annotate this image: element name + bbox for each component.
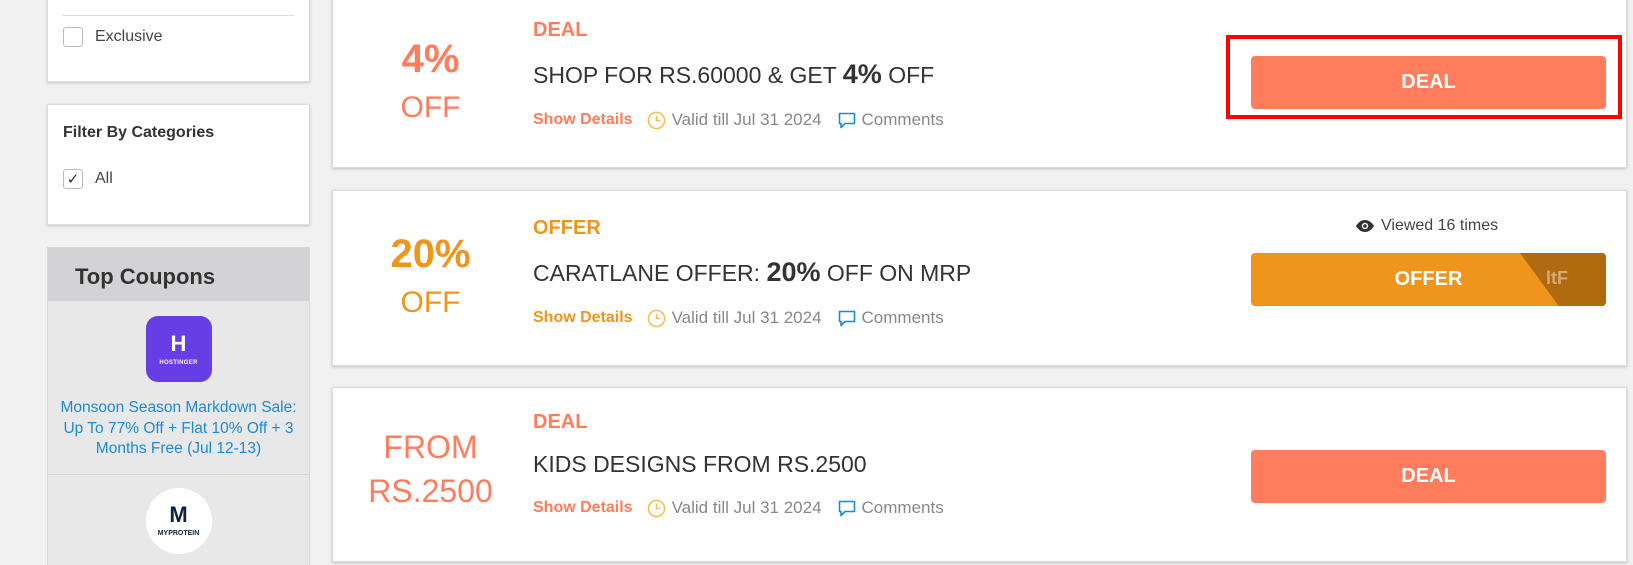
coupon-title-highlight: 20% [766, 257, 821, 287]
show-details-link[interactable]: Show Details [533, 309, 633, 327]
coupon-title-suffix: OFF [881, 62, 935, 88]
category-all-checkbox[interactable]: ✓ [63, 169, 83, 189]
comment-icon[interactable] [838, 310, 856, 327]
valid-till: Valid till Jul 31 2024 [671, 308, 822, 327]
badge-label: OFF [400, 91, 461, 124]
viewed-text: Viewed 16 times [1381, 217, 1499, 234]
coupon-meta: Show Details Valid till Jul 31 2024 Comm… [533, 498, 944, 518]
comments-link[interactable]: Comments [862, 110, 944, 130]
coupon-type: DEAL [533, 411, 588, 433]
category-all-label: All [95, 170, 113, 187]
deal-button[interactable]: DEAL [1251, 450, 1606, 503]
top-coupon-item[interactable]: M MYPROTEIN [48, 475, 309, 565]
filter-exclusive-panel: Exclusive [47, 0, 310, 82]
coupon-title-text: CARATLANE OFFER: [533, 260, 767, 286]
hostinger-logo-mark: H [170, 330, 187, 356]
myprotein-logo-mark: M [169, 502, 188, 527]
exclusive-label: Exclusive [95, 28, 163, 45]
coupon-type: DEAL [533, 19, 588, 41]
valid-till: Valid till Jul 31 2024 [671, 498, 822, 517]
badge-value: FROM [383, 429, 478, 465]
exclusive-checkbox-row[interactable]: Exclusive [63, 27, 163, 47]
exclusive-checkbox[interactable] [63, 27, 83, 47]
badge-value: 4% [401, 37, 460, 81]
show-details-link[interactable]: Show Details [533, 111, 633, 129]
myprotein-logo[interactable]: M MYPROTEIN [145, 487, 212, 554]
viewed-count: Viewed 16 times [1355, 217, 1498, 235]
coupon-title[interactable]: SHOP FOR RS.60000 & GET 4% OFF [533, 59, 944, 90]
checkmark-icon: ✓ [66, 170, 80, 188]
coupon-type: OFFER [533, 217, 601, 239]
badge-value: 20% [390, 232, 471, 276]
clock-icon [647, 499, 665, 517]
coupon-title[interactable]: CARATLANE OFFER: 20% OFF ON MRP [533, 257, 971, 288]
coupon-info: OFFER CARATLANE OFFER: 20% OFF ON MRP Sh… [533, 217, 971, 328]
top-coupons-title: Top Coupons [48, 248, 309, 301]
coupon-title-text: KIDS DESIGNS FROM RS.2500 [533, 451, 867, 477]
filter-categories-title: Filter By Categories [63, 124, 215, 141]
comment-icon[interactable] [838, 112, 856, 129]
coupon-title-highlight: 4% [842, 59, 882, 89]
myprotein-logo-text: MYPROTEIN [157, 530, 200, 537]
coupon-card: 20% OFF OFFER CARATLANE OFFER: 20% OFF O… [332, 190, 1627, 366]
highlight-box [1226, 35, 1622, 119]
comment-icon[interactable] [838, 500, 856, 517]
category-all-row[interactable]: ✓ All [63, 169, 113, 189]
discount-badge: 4% OFF [333, 39, 528, 123]
top-coupons-panel: Top Coupons H HOSTINGER Monsoon Season M… [47, 247, 310, 565]
discount-badge: FROM RS.2500 [333, 431, 528, 507]
top-coupon-link[interactable]: Monsoon Season Markdown Sale: Up To 77% … [58, 398, 299, 460]
discount-badge: 20% OFF [333, 234, 528, 318]
coupon-title-suffix: OFF ON MRP [820, 260, 972, 286]
badge-label: RS.2500 [368, 473, 493, 509]
offer-button[interactable]: ltF OFFER [1251, 253, 1606, 306]
offer-button-label: OFFER [1394, 268, 1463, 290]
coupon-title[interactable]: KIDS DESIGNS FROM RS.2500 [533, 451, 944, 478]
filter-categories-panel: Filter By Categories ✓ All [47, 104, 310, 225]
show-details-link[interactable]: Show Details [533, 499, 633, 517]
clock-icon [647, 111, 665, 129]
top-coupon-item[interactable]: H HOSTINGER Monsoon Season Markdown Sale… [48, 301, 309, 475]
coupon-info: DEAL KIDS DESIGNS FROM RS.2500 Show Deta… [533, 411, 944, 518]
clock-icon [647, 309, 665, 327]
eye-icon [1356, 220, 1374, 232]
valid-till: Valid till Jul 31 2024 [671, 110, 822, 129]
comments-link[interactable]: Comments [862, 308, 944, 328]
comments-link[interactable]: Comments [862, 498, 944, 518]
badge-label: OFF [400, 286, 461, 319]
hostinger-logo[interactable]: H HOSTINGER [145, 316, 212, 382]
hostinger-logo-text: HOSTINGER [159, 359, 198, 366]
peel-code-text: ltF [1546, 268, 1568, 288]
divider [63, 15, 294, 16]
coupon-meta: Show Details Valid till Jul 31 2024 Comm… [533, 308, 971, 328]
coupon-meta: Show Details Valid till Jul 31 2024 Comm… [533, 110, 944, 130]
coupon-title-text: SHOP FOR RS.60000 & GET [533, 62, 843, 88]
coupon-info: DEAL SHOP FOR RS.60000 & GET 4% OFF Show… [533, 19, 944, 130]
coupon-card: FROM RS.2500 DEAL KIDS DESIGNS FROM RS.2… [332, 387, 1627, 562]
